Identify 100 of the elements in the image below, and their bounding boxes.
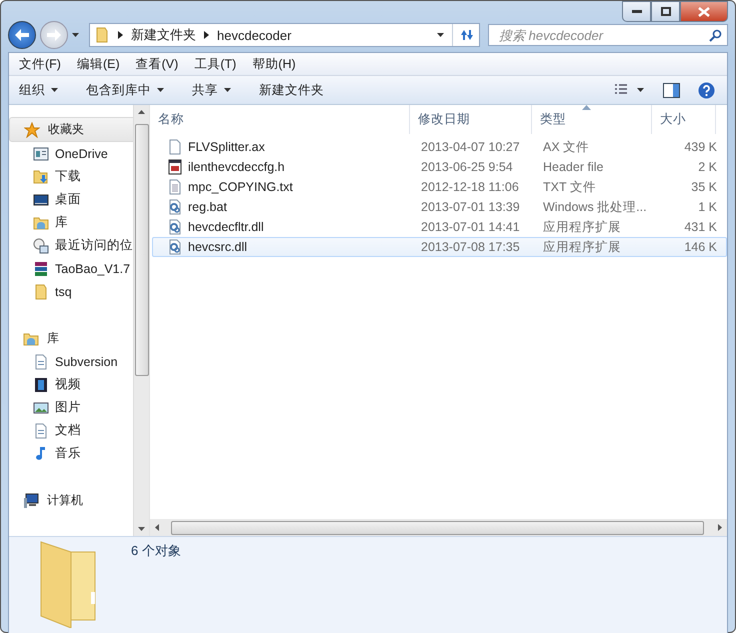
- caret-icon: [51, 88, 58, 92]
- type-cell-text: TXT 文件: [542, 178, 597, 196]
- file-icon: [167, 139, 183, 155]
- picture-icon: [33, 400, 49, 416]
- file-name: FLVSplitter.ax: [188, 140, 265, 154]
- back-button[interactable]: [8, 21, 36, 49]
- nav-item[interactable]: Subversion: [9, 350, 133, 373]
- vertical-scrollbar[interactable]: [133, 105, 149, 536]
- toolbar-button[interactable]: 新建文件夹: [259, 82, 324, 98]
- file-row[interactable]: ilenthevcdeccfg.h 2013-06-25 9:54 Header file 2 K: [152, 157, 727, 177]
- nav-item[interactable]: OneDrive: [9, 142, 133, 165]
- date-cell-text: 2013-04-07 10:27: [420, 140, 521, 154]
- arrow-right-icon: [47, 29, 61, 41]
- library-icon: [23, 330, 39, 346]
- caret-icon: [157, 88, 164, 92]
- address-bar[interactable]: 新建文件夹 hevcdecoder: [89, 23, 480, 47]
- close-button[interactable]: [680, 1, 728, 22]
- nav-item[interactable]: TaoBao_V1.7: [9, 257, 133, 280]
- size-cell-text: 146 K: [683, 240, 718, 254]
- size-cell-text: 431 K: [683, 220, 718, 234]
- file-row[interactable]: mpc_COPYING.txt 2012-12-18 11:06 TXT 文件 35 K: [152, 177, 727, 197]
- computer-icon: [23, 492, 39, 508]
- nav-item[interactable]: 音乐: [9, 442, 133, 465]
- folder-icon: [33, 284, 49, 300]
- file-row[interactable]: hevcsrc.dll 2013-07-08 17:35 应用程序扩展 146 K: [152, 237, 727, 257]
- date-cell-text: 2013-07-01 13:39: [420, 200, 521, 214]
- nav-section[interactable]: 计算机: [9, 489, 133, 512]
- column-header[interactable]: 大小: [652, 105, 716, 134]
- book-stack-icon: [33, 260, 49, 276]
- maximize-button[interactable]: [651, 1, 680, 22]
- chevron-icon: [118, 31, 123, 39]
- help-icon[interactable]: [698, 82, 715, 98]
- breadcrumb-item[interactable]: hevcdecoder: [217, 28, 292, 42]
- nav-item[interactable]: 库: [9, 211, 133, 234]
- nav-item[interactable]: 图片: [9, 396, 133, 419]
- size-cell-text: 1 K: [697, 200, 718, 214]
- window-icon: [33, 146, 49, 162]
- scroll-up-icon[interactable]: [138, 110, 145, 114]
- gear-file-icon: [167, 219, 183, 235]
- menu-item[interactable]: 帮助(H): [242, 56, 302, 72]
- minimize-button[interactable]: [622, 1, 651, 22]
- file-name: hevcsrc.dll: [188, 240, 248, 254]
- maximize-icon: [660, 7, 670, 16]
- file-name: reg.bat: [188, 200, 227, 214]
- caret-icon: [224, 88, 231, 92]
- menu-item[interactable]: 文件(F): [9, 56, 67, 72]
- column-header[interactable]: 名称: [150, 105, 410, 134]
- type-cell-text: 应用程序扩展: [542, 218, 622, 236]
- star-icon: [24, 122, 40, 138]
- menu-item[interactable]: 工具(T): [184, 56, 242, 72]
- file-name: hevcdecfltr.dll: [188, 220, 264, 234]
- refresh-icon: [458, 28, 474, 42]
- view-options-icon[interactable]: [615, 84, 645, 96]
- file-name: ilenthevcdeccfg.h: [188, 160, 285, 174]
- size-cell-text: 2 K: [697, 160, 718, 174]
- type-cell-text: Windows 批处理...: [542, 198, 648, 216]
- film-icon: [33, 376, 49, 392]
- size-cell-text: 439 K: [683, 140, 718, 154]
- scroll-down-icon[interactable]: [138, 527, 145, 531]
- nav-item[interactable]: 视频: [9, 373, 133, 396]
- arrow-left-icon: [15, 29, 29, 41]
- gear-file-icon: [167, 199, 183, 215]
- type-cell-text: AX 文件: [542, 138, 590, 156]
- nav-item[interactable]: 最近访问的位: [9, 234, 133, 257]
- nav-item[interactable]: 桌面: [9, 188, 133, 211]
- menu-item[interactable]: 查看(V): [126, 56, 184, 72]
- menu-item[interactable]: 编辑(E): [66, 56, 126, 72]
- nav-item[interactable]: 下载: [9, 165, 133, 188]
- breadcrumb-item[interactable]: 新建文件夹: [131, 26, 196, 44]
- search-field[interactable]: 搜索 hevcdecoder: [488, 24, 728, 46]
- date-cell-text: 2013-06-25 9:54: [420, 160, 514, 174]
- date-cell-text: 2013-07-01 14:41: [420, 220, 521, 234]
- minimize-icon: [632, 10, 642, 14]
- code-file-icon: [167, 159, 183, 175]
- toolbar-button[interactable]: 共享: [192, 82, 231, 98]
- file-row[interactable]: reg.bat 2013-07-01 13:39 Windows 批处理... 1 K: [152, 197, 727, 217]
- column-header[interactable]: 修改日期: [410, 105, 532, 134]
- toolbar-button[interactable]: 组织: [19, 82, 58, 98]
- size-cell-text: 35 K: [690, 180, 718, 194]
- type-cell-text: Header file: [542, 160, 604, 174]
- horizontal-scrollbar[interactable]: [150, 519, 727, 536]
- nav-section[interactable]: 收藏夹: [9, 117, 133, 142]
- preview-pane-icon[interactable]: [663, 82, 680, 98]
- file-row[interactable]: hevcdecfltr.dll 2013-07-01 14:41 应用程序扩展 431 K: [152, 217, 727, 237]
- desktop-icon: [33, 192, 49, 208]
- file-name: mpc_COPYING.txt: [188, 180, 293, 194]
- nav-section[interactable]: 库: [9, 327, 133, 350]
- toolbar-button[interactable]: 包含到库中: [86, 82, 164, 98]
- scroll-right-icon[interactable]: [718, 524, 722, 531]
- item-count: 6 个对象: [131, 542, 181, 560]
- nav-item[interactable]: tsq: [9, 280, 133, 303]
- folder-icon: [94, 27, 110, 43]
- type-cell-text: 应用程序扩展: [542, 238, 622, 256]
- nav-item[interactable]: 文档: [9, 419, 133, 442]
- document-icon: [33, 354, 49, 370]
- file-row[interactable]: FLVSplitter.ax 2013-04-07 10:27 AX 文件 439 K: [152, 137, 727, 157]
- caret-icon: [437, 33, 444, 37]
- close-icon: [698, 6, 710, 16]
- library-icon: [33, 214, 49, 230]
- scroll-left-icon[interactable]: [155, 524, 159, 531]
